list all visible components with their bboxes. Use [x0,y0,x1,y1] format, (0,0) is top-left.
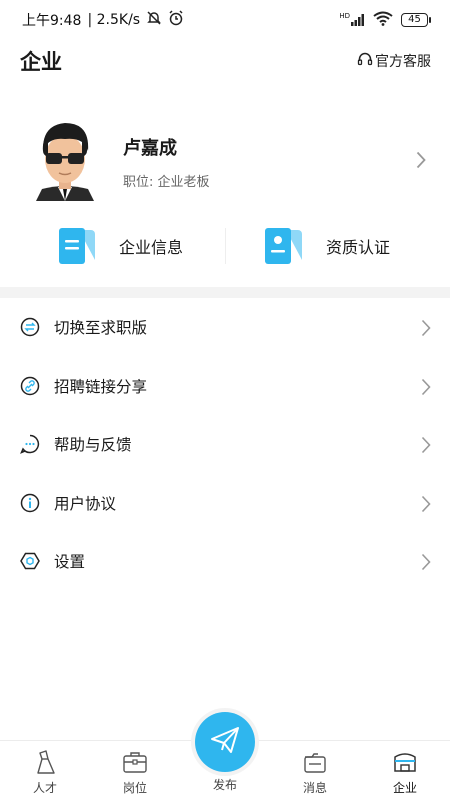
publish-button[interactable] [195,712,255,772]
chevron-right-icon [421,319,431,341]
user-role: 职位: 企业老板 [123,175,210,190]
user-name: 卢嘉成 [123,138,177,159]
settings-hexagon-icon [20,551,40,571]
company-icon [391,749,419,775]
id-card-icon [264,226,304,266]
status-right: HD 45 [339,11,431,30]
menu-label: 切换至求职版 [54,319,148,338]
qualification-button[interactable]: 资质认证 [264,222,390,270]
battery-icon: 45 [401,13,431,27]
qualification-label: 资质认证 [326,238,391,257]
menu-label: 招聘链接分享 [54,377,148,396]
switch-icon [20,317,40,337]
header: 企业 官方客服 [0,40,450,82]
publish-label: 发布 [212,778,237,792]
mute-bell-icon [146,10,162,30]
official-service-button[interactable]: 官方客服 [357,51,431,71]
tab-messages[interactable]: 消息 [270,741,360,800]
menu-item-help-feedback[interactable]: 帮助与反馈 [0,415,450,474]
section-divider [0,287,450,298]
hd-label: HD [339,12,350,20]
status-left: 上午9:48 | 2.5K/s [22,10,184,30]
document-icon [57,226,97,266]
avatar[interactable] [28,115,102,201]
info-icon [20,493,40,513]
divider [225,228,226,264]
tab-company[interactable]: 企业 [360,741,450,800]
signal-icon: HD [339,12,365,26]
menu-item-switch-jobseeker[interactable]: 切换至求职版 [0,298,450,357]
tab-label: 人才 [32,781,57,795]
menu-label: 设置 [54,553,86,572]
quick-actions: 企业信息 资质认证 [0,222,450,270]
chevron-right-icon [416,151,426,173]
alarm-clock-icon [168,10,184,30]
menu-label: 用户协议 [54,494,117,513]
tab-label: 岗位 [122,781,147,795]
chevron-right-icon [421,378,431,400]
official-service-label: 官方客服 [375,54,431,70]
menu-label: 帮助与反馈 [54,436,132,455]
paper-plane-icon [209,724,241,760]
tab-talent[interactable]: 人才 [0,741,90,800]
tab-jobs[interactable]: 岗位 [90,741,180,800]
briefcase-icon [121,749,149,775]
chevron-right-icon [421,436,431,458]
company-info-label: 企业信息 [119,238,184,257]
status-bar: 上午9:48 | 2.5K/s HD 45 [0,0,450,40]
talent-icon [31,749,59,775]
tab-label: 消息 [302,781,327,795]
menu-item-settings[interactable]: 设置 [0,532,450,591]
status-time: 上午9:48 [22,13,82,29]
chevron-right-icon [421,553,431,575]
page-title: 企业 [20,50,62,74]
menu-item-user-agreement[interactable]: 用户协议 [0,474,450,533]
settings-menu: 切换至求职版 招聘链接分享 帮助与反馈 用户协议 设置 [0,298,450,591]
wifi-icon [373,11,393,30]
network-speed: | 2.5K/s [87,12,141,28]
chevron-right-icon [421,495,431,517]
company-info-button[interactable]: 企业信息 [57,222,183,270]
message-icon [301,749,329,775]
menu-item-share-link[interactable]: 招聘链接分享 [0,357,450,416]
headset-icon [357,51,373,71]
link-icon [20,376,40,396]
chat-bubble-icon [20,434,40,455]
tab-label: 企业 [392,781,417,795]
